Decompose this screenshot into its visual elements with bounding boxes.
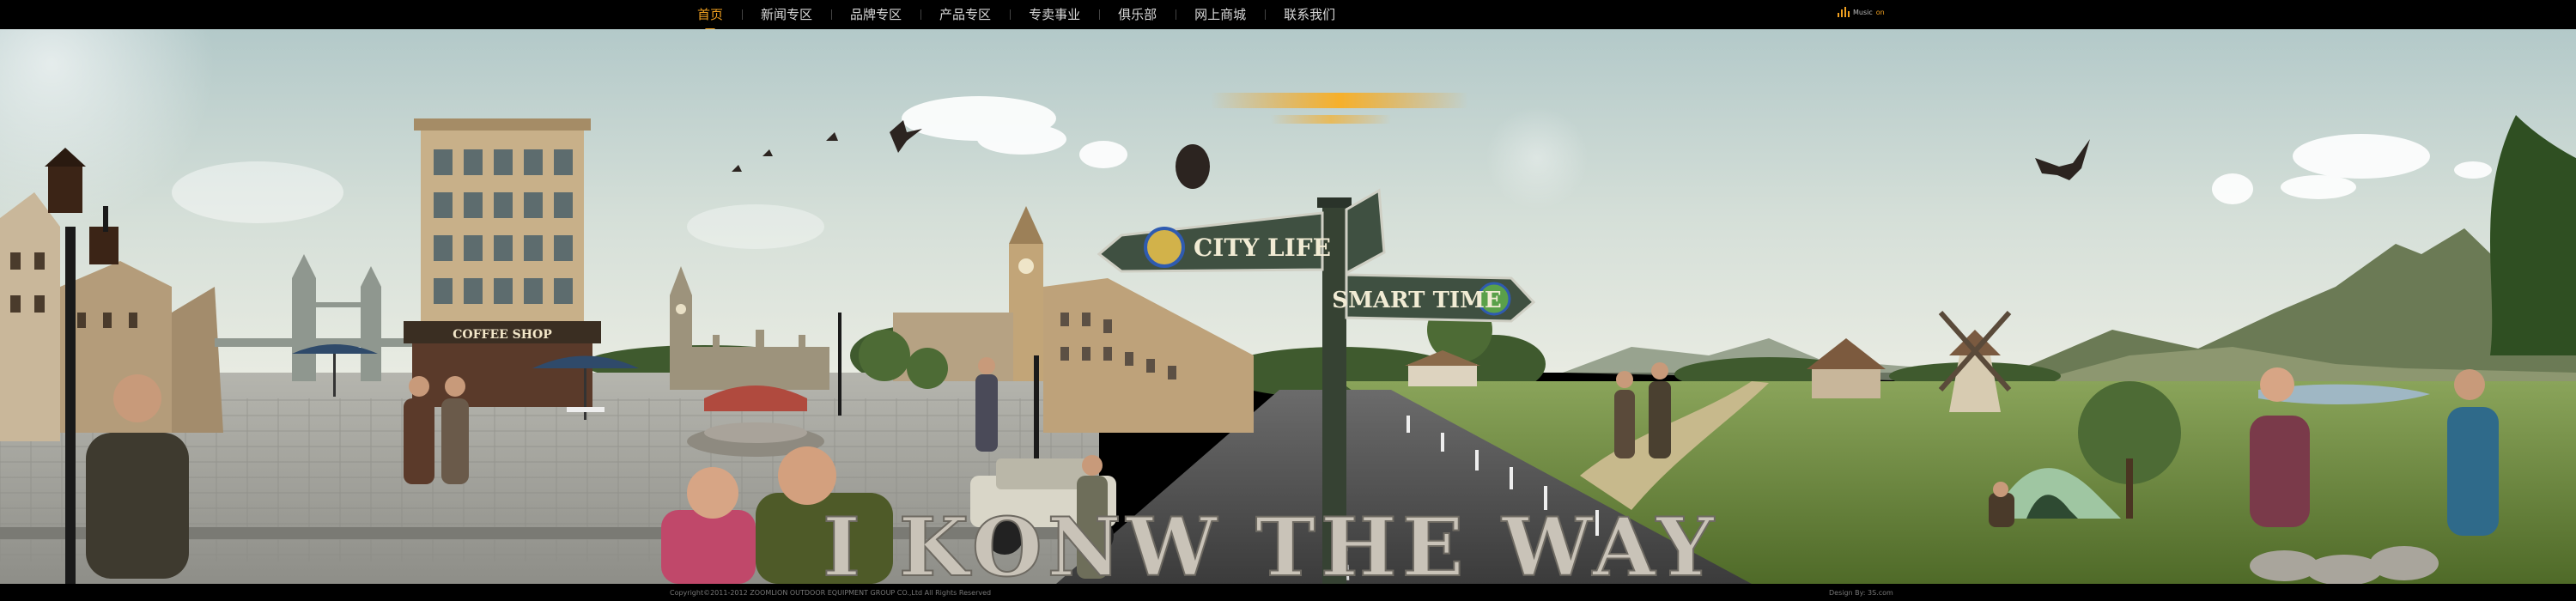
nav-item-products[interactable]: 产品专区	[920, 0, 1010, 29]
hero-banner: COFFEE SHOP CITY LIFE SMART TIME I KONW …	[0, 29, 2576, 584]
music-toggle[interactable]: Music on	[1838, 7, 1885, 17]
sign-smart-time: SMART TIME	[1332, 288, 1501, 313]
nav-item-shop[interactable]: 网上商城	[1176, 0, 1265, 29]
lens-flare	[1485, 106, 1589, 209]
nav-item-franchise[interactable]: 专卖事业	[1010, 0, 1099, 29]
hero-scene-illustration: COFFEE SHOP CITY LIFE SMART TIME I KONW …	[0, 29, 2576, 584]
light-streak	[1211, 93, 1468, 108]
nav-item-brand[interactable]: 品牌专区	[831, 0, 920, 29]
nav-item-label: 品牌专区	[850, 7, 902, 22]
music-state: on	[1875, 8, 1885, 16]
nav-item-label: 新闻专区	[761, 7, 813, 22]
nav-item-club[interactable]: 俱乐部	[1099, 0, 1176, 29]
nav-item-label: 联系我们	[1284, 7, 1336, 22]
copyright-text: Copyright©2011-2012 ZOOMLION OUTDOOR EQU…	[670, 589, 992, 597]
nav-item-news[interactable]: 新闻专区	[742, 0, 831, 29]
nav-item-home[interactable]: 首页	[678, 0, 742, 34]
design-credit: Design By: 3S.com	[1829, 589, 1893, 597]
sky	[0, 29, 2576, 373]
nav-item-label: 俱乐部	[1118, 7, 1157, 22]
nav-item-label: 专卖事业	[1029, 7, 1081, 22]
music-icon	[1838, 7, 1850, 17]
nav-item-label: 首页	[697, 7, 724, 22]
headline-text: I KONW THE WAY	[823, 501, 1719, 584]
music-label: Music	[1853, 8, 1873, 16]
tree	[2490, 115, 2576, 355]
nav-item-label: 产品专区	[939, 7, 992, 22]
nav-item-contact[interactable]: 联系我们	[1265, 0, 1354, 29]
main-nav: 首页 新闻专区 品牌专区 产品专区 专卖事业 俱乐部 网上商城 联系我们	[678, 0, 1354, 34]
coffee-shop-sign: COFFEE SHOP	[453, 328, 552, 342]
nav-item-label: 网上商城	[1194, 7, 1247, 22]
light-streak	[1271, 115, 1391, 124]
footer: Copyright©2011-2012 ZOOMLION OUTDOOR EQU…	[0, 584, 2576, 601]
top-nav-bar: 首页 新闻专区 品牌专区 产品专区 专卖事业 俱乐部 网上商城 联系我们 Mus…	[0, 0, 2576, 34]
sign-city-life: CITY LIFE	[1194, 234, 1331, 262]
